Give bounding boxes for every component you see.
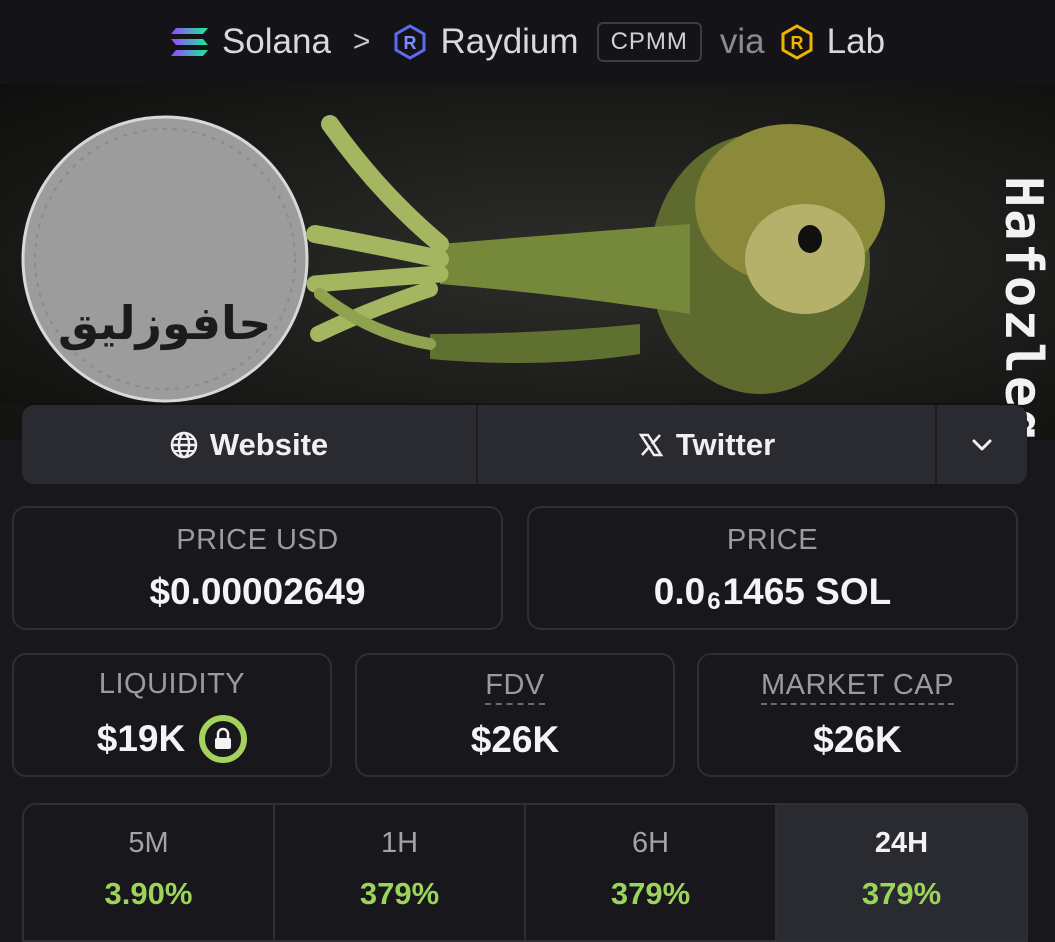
- liquidity-value: $19K: [96, 717, 186, 759]
- tab-label: 6H: [631, 827, 670, 859]
- breadcrumb-dex[interactable]: R Raydium CPMM: [392, 22, 702, 62]
- breadcrumb-chain[interactable]: Solana: [170, 22, 331, 62]
- fdv-value: $26K: [470, 719, 560, 760]
- globe-icon: [170, 431, 198, 458]
- breadcrumb-launchpad[interactable]: R Lab: [779, 22, 885, 62]
- tab-24h[interactable]: 24H 379%: [777, 805, 1026, 940]
- tab-5m[interactable]: 5M 3.90%: [24, 805, 275, 940]
- market-cap-label[interactable]: MARKET CAP: [760, 669, 954, 705]
- tab-1h[interactable]: 1H 379%: [275, 805, 526, 940]
- twitter-button[interactable]: Twitter: [478, 405, 937, 484]
- social-links-bar: Website Twitter: [22, 405, 1027, 484]
- pool-type-badge: CPMM: [596, 22, 702, 62]
- liquidity-card: LIQUIDITY $19K: [12, 653, 332, 777]
- chain-name: Solana: [221, 22, 331, 61]
- banner-arabic-text: حافوزليق: [58, 296, 272, 350]
- fdv-label[interactable]: FDV: [485, 669, 545, 705]
- token-banner: حافوزليق Hafozleq: [0, 84, 1055, 440]
- market-cap-card: MARKET CAP $26K: [697, 653, 1018, 777]
- price-native-label: PRICE: [726, 523, 819, 556]
- website-label: Website: [209, 426, 329, 462]
- solana-icon: [170, 28, 208, 56]
- price-change-tabs: 5M 3.90% 1H 379% 6H 379% 24H 379%: [22, 803, 1028, 942]
- launchpad-name: Lab: [826, 22, 886, 61]
- price-native-suffix: 1465 SOL: [722, 570, 892, 612]
- price-usd-card: PRICE USD $0.00002649: [12, 506, 503, 630]
- price-native-prefix: 0.0: [653, 570, 706, 612]
- website-button[interactable]: Website: [22, 405, 478, 484]
- tab-label: 5M: [128, 827, 169, 859]
- price-native-card: PRICE 0.0 6 1465 SOL: [527, 506, 1018, 630]
- twitter-label: Twitter: [675, 426, 776, 462]
- liquidity-label: LIQUIDITY: [98, 667, 246, 700]
- breadcrumb: Solana > R Raydium CPMM via R Lab: [0, 0, 1055, 84]
- banner-vertical-name: Hafozleq: [993, 176, 1053, 440]
- price-native-value: 0.0 6 1465 SOL: [653, 570, 892, 615]
- tab-6h[interactable]: 6H 379%: [526, 805, 777, 940]
- market-cap-value: $26K: [813, 719, 902, 760]
- liquidity-value-row: $19K: [96, 714, 248, 763]
- svg-text:R: R: [790, 33, 803, 53]
- price-usd-value: $0.00002649: [149, 570, 366, 612]
- chevron-down-icon: [972, 439, 992, 450]
- price-native-zero-count: 6: [707, 587, 721, 615]
- svg-text:R: R: [404, 33, 417, 53]
- price-usd-label: PRICE USD: [176, 523, 339, 556]
- via-label: via: [719, 22, 765, 61]
- fdv-card: FDV $26K: [355, 653, 675, 777]
- lock-icon: [215, 727, 232, 749]
- tab-change-value: 379%: [861, 876, 942, 911]
- raydium-icon: R: [394, 24, 426, 60]
- banner-artwork: [0, 115, 1055, 440]
- tab-label: 1H: [380, 827, 419, 859]
- breadcrumb-separator: >: [352, 25, 371, 58]
- tab-change-value: 379%: [359, 876, 440, 911]
- x-icon: [638, 433, 664, 456]
- dex-name: Raydium: [440, 22, 579, 61]
- lab-icon: R: [781, 24, 813, 60]
- tab-label: 24H: [874, 827, 929, 859]
- tab-change-value: 3.90%: [104, 876, 193, 911]
- more-links-button[interactable]: [937, 405, 1027, 484]
- tab-change-value: 379%: [610, 876, 691, 911]
- liquidity-lock-badge[interactable]: [199, 714, 248, 763]
